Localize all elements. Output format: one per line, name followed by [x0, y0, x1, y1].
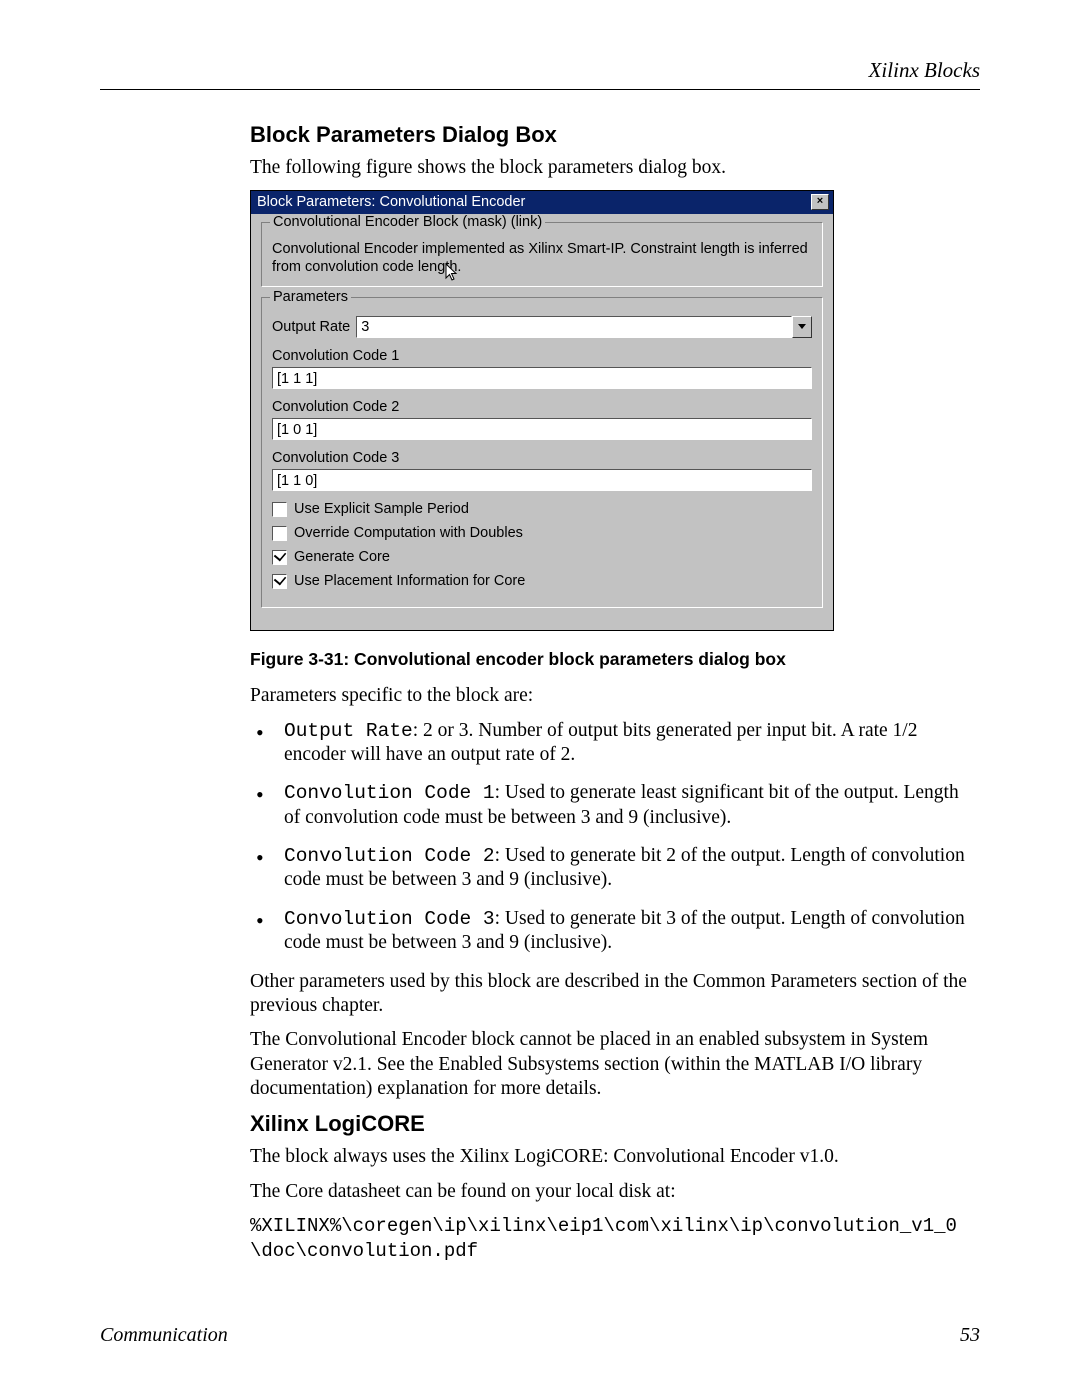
- output-rate-label: Output Rate: [272, 319, 350, 335]
- header-rule: [100, 89, 980, 90]
- generate-core-label: Generate Core: [294, 549, 390, 565]
- output-rate-value[interactable]: 3: [356, 316, 792, 338]
- cc1-label: Convolution Code 1: [272, 348, 812, 364]
- datasheet-intro: The Core datasheet can be found on your …: [250, 1180, 970, 1204]
- logicore-desc: The block always uses the Xilinx LogiCOR…: [250, 1145, 970, 1169]
- cc2-input[interactable]: [1 0 1]: [272, 418, 812, 440]
- running-header: Xilinx Blocks: [100, 58, 980, 83]
- section-heading-logicore: Xilinx LogiCORE: [250, 1111, 970, 1137]
- dialog-title: Block Parameters: Convolutional Encoder: [257, 194, 811, 210]
- placement-info-label: Use Placement Information for Core: [294, 573, 525, 589]
- parameters-groupbox: Parameters Output Rate 3 Convol: [261, 297, 823, 608]
- parameters-legend: Parameters: [270, 289, 351, 305]
- list-item: Convolution Code 3: Used to generate bit…: [250, 907, 970, 956]
- cc1-input[interactable]: [1 1 1]: [272, 367, 812, 389]
- explicit-sample-label: Use Explicit Sample Period: [294, 501, 469, 517]
- code-term: Convolution Code 1: [284, 782, 495, 804]
- parameter-list: Output Rate: 2 or 3. Number of output bi…: [250, 719, 970, 956]
- mask-description: Convolutional Encoder implemented as Xil…: [272, 241, 812, 276]
- document-page: Xilinx Blocks Block Parameters Dialog Bo…: [0, 0, 1080, 1397]
- mask-legend: Convolutional Encoder Block (mask) (link…: [270, 214, 545, 230]
- code-term: Convolution Code 3: [284, 908, 495, 930]
- code-term: Output Rate: [284, 720, 413, 742]
- dialog-body: Convolutional Encoder Block (mask) (link…: [251, 214, 833, 630]
- page-footer: Communication 53: [100, 1324, 980, 1347]
- list-item: Output Rate: 2 or 3. Number of output bi…: [250, 719, 970, 768]
- explicit-sample-checkbox[interactable]: [272, 502, 287, 517]
- output-rate-row: Output Rate 3: [272, 316, 812, 338]
- close-button[interactable]: ×: [811, 194, 829, 210]
- other-params-note: Other parameters used by this block are …: [250, 970, 970, 1019]
- output-rate-combo[interactable]: 3: [356, 316, 812, 338]
- generate-core-row[interactable]: Generate Core: [272, 549, 812, 565]
- override-doubles-checkbox[interactable]: [272, 526, 287, 541]
- cc3-label: Convolution Code 3: [272, 450, 812, 466]
- generate-core-checkbox[interactable]: [272, 550, 287, 565]
- section-heading-block-params: Block Parameters Dialog Box: [250, 122, 970, 148]
- override-doubles-label: Override Computation with Doubles: [294, 525, 523, 541]
- datasheet-path: %XILINX%\coregen\ip\xilinx\eip1\com\xili…: [250, 1214, 970, 1263]
- mask-groupbox: Convolutional Encoder Block (mask) (link…: [261, 222, 823, 287]
- chevron-down-icon: [798, 324, 806, 330]
- intro-paragraph: The following figure shows the block par…: [250, 156, 970, 180]
- cc3-input[interactable]: [1 1 0]: [272, 469, 812, 491]
- code-term: Convolution Code 2: [284, 845, 495, 867]
- subsystem-note: The Convolutional Encoder block cannot b…: [250, 1028, 970, 1101]
- block-parameters-dialog: Block Parameters: Convolutional Encoder …: [250, 190, 834, 631]
- footer-page-number: 53: [960, 1324, 980, 1347]
- figure-caption: Figure 3-31: Convolutional encoder block…: [250, 649, 970, 670]
- placement-info-row[interactable]: Use Placement Information for Core: [272, 573, 812, 589]
- close-icon: ×: [817, 195, 823, 207]
- body-column: Block Parameters Dialog Box The followin…: [250, 122, 970, 1264]
- list-item: Convolution Code 2: Used to generate bit…: [250, 844, 970, 893]
- list-item: Convolution Code 1: Used to generate lea…: [250, 781, 970, 830]
- placement-info-checkbox[interactable]: [272, 574, 287, 589]
- dialog-titlebar: Block Parameters: Convolutional Encoder …: [251, 191, 833, 214]
- cc2-label: Convolution Code 2: [272, 399, 812, 415]
- override-doubles-row[interactable]: Override Computation with Doubles: [272, 525, 812, 541]
- combo-dropdown-button[interactable]: [792, 316, 812, 338]
- explicit-sample-row[interactable]: Use Explicit Sample Period: [272, 501, 812, 517]
- footer-left: Communication: [100, 1324, 228, 1347]
- params-intro: Parameters specific to the block are:: [250, 684, 970, 708]
